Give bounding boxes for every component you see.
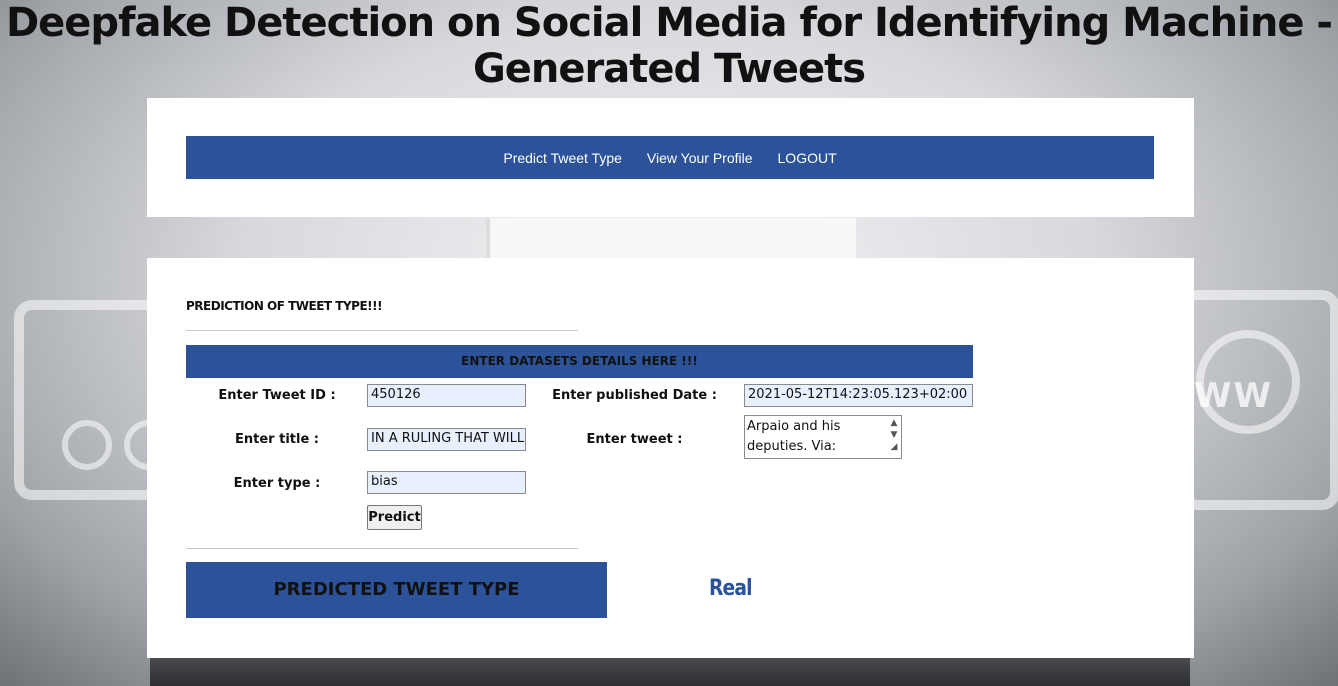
section-title: PREDICTION OF TWEET TYPE!!! xyxy=(186,299,383,313)
tweet-label: Enter tweet : xyxy=(586,432,683,447)
background-www-icon: WW xyxy=(1194,376,1274,416)
type-input[interactable]: bias xyxy=(367,471,526,494)
divider xyxy=(186,330,578,331)
main-navbar: Predict Tweet Type View Your Profile LOG… xyxy=(186,136,1154,179)
tweet-id-label: Enter Tweet ID : xyxy=(218,388,336,403)
page-title: Deepfake Detection on Social Media for I… xyxy=(5,0,1333,92)
tweet-id-input[interactable]: 450126 xyxy=(367,384,526,407)
published-date-label: Enter published Date : xyxy=(552,388,717,403)
textarea-scrollbar[interactable]: ▲ ▼ ◢ xyxy=(888,417,900,457)
tweet-textarea[interactable]: Arpaio and his deputies. Via: Reuters ▲▼… xyxy=(744,415,902,459)
published-date-input[interactable]: 2021-05-12T14:23:05.123+02:00 xyxy=(744,384,973,407)
predict-button[interactable]: Predict xyxy=(367,505,422,530)
type-label: Enter type : xyxy=(233,476,321,491)
nav-logout[interactable]: LOGOUT xyxy=(778,150,837,166)
form-header: ENTER DATASETS DETAILS HERE !!! xyxy=(186,345,973,378)
background-screen-strip xyxy=(486,218,856,258)
divider xyxy=(186,548,578,549)
background-circle-icon xyxy=(62,420,112,470)
title-input[interactable]: IN A RULING THAT WILL M xyxy=(367,428,526,451)
nav-panel: Predict Tweet Type View Your Profile LOG… xyxy=(147,98,1194,217)
nav-predict-tweet-type[interactable]: Predict Tweet Type xyxy=(503,150,622,166)
predicted-type-value: Real xyxy=(709,576,753,601)
prediction-panel: PREDICTION OF TWEET TYPE!!! ENTER DATASE… xyxy=(147,258,1194,658)
background-laptop xyxy=(150,658,1190,686)
tweet-text: Arpaio and his deputies. Via: Reuters xyxy=(747,419,841,454)
title-label: Enter title : xyxy=(235,432,319,447)
nav-view-profile[interactable]: View Your Profile xyxy=(647,150,753,166)
predicted-type-label: PREDICTED TWEET TYPE xyxy=(186,562,607,618)
